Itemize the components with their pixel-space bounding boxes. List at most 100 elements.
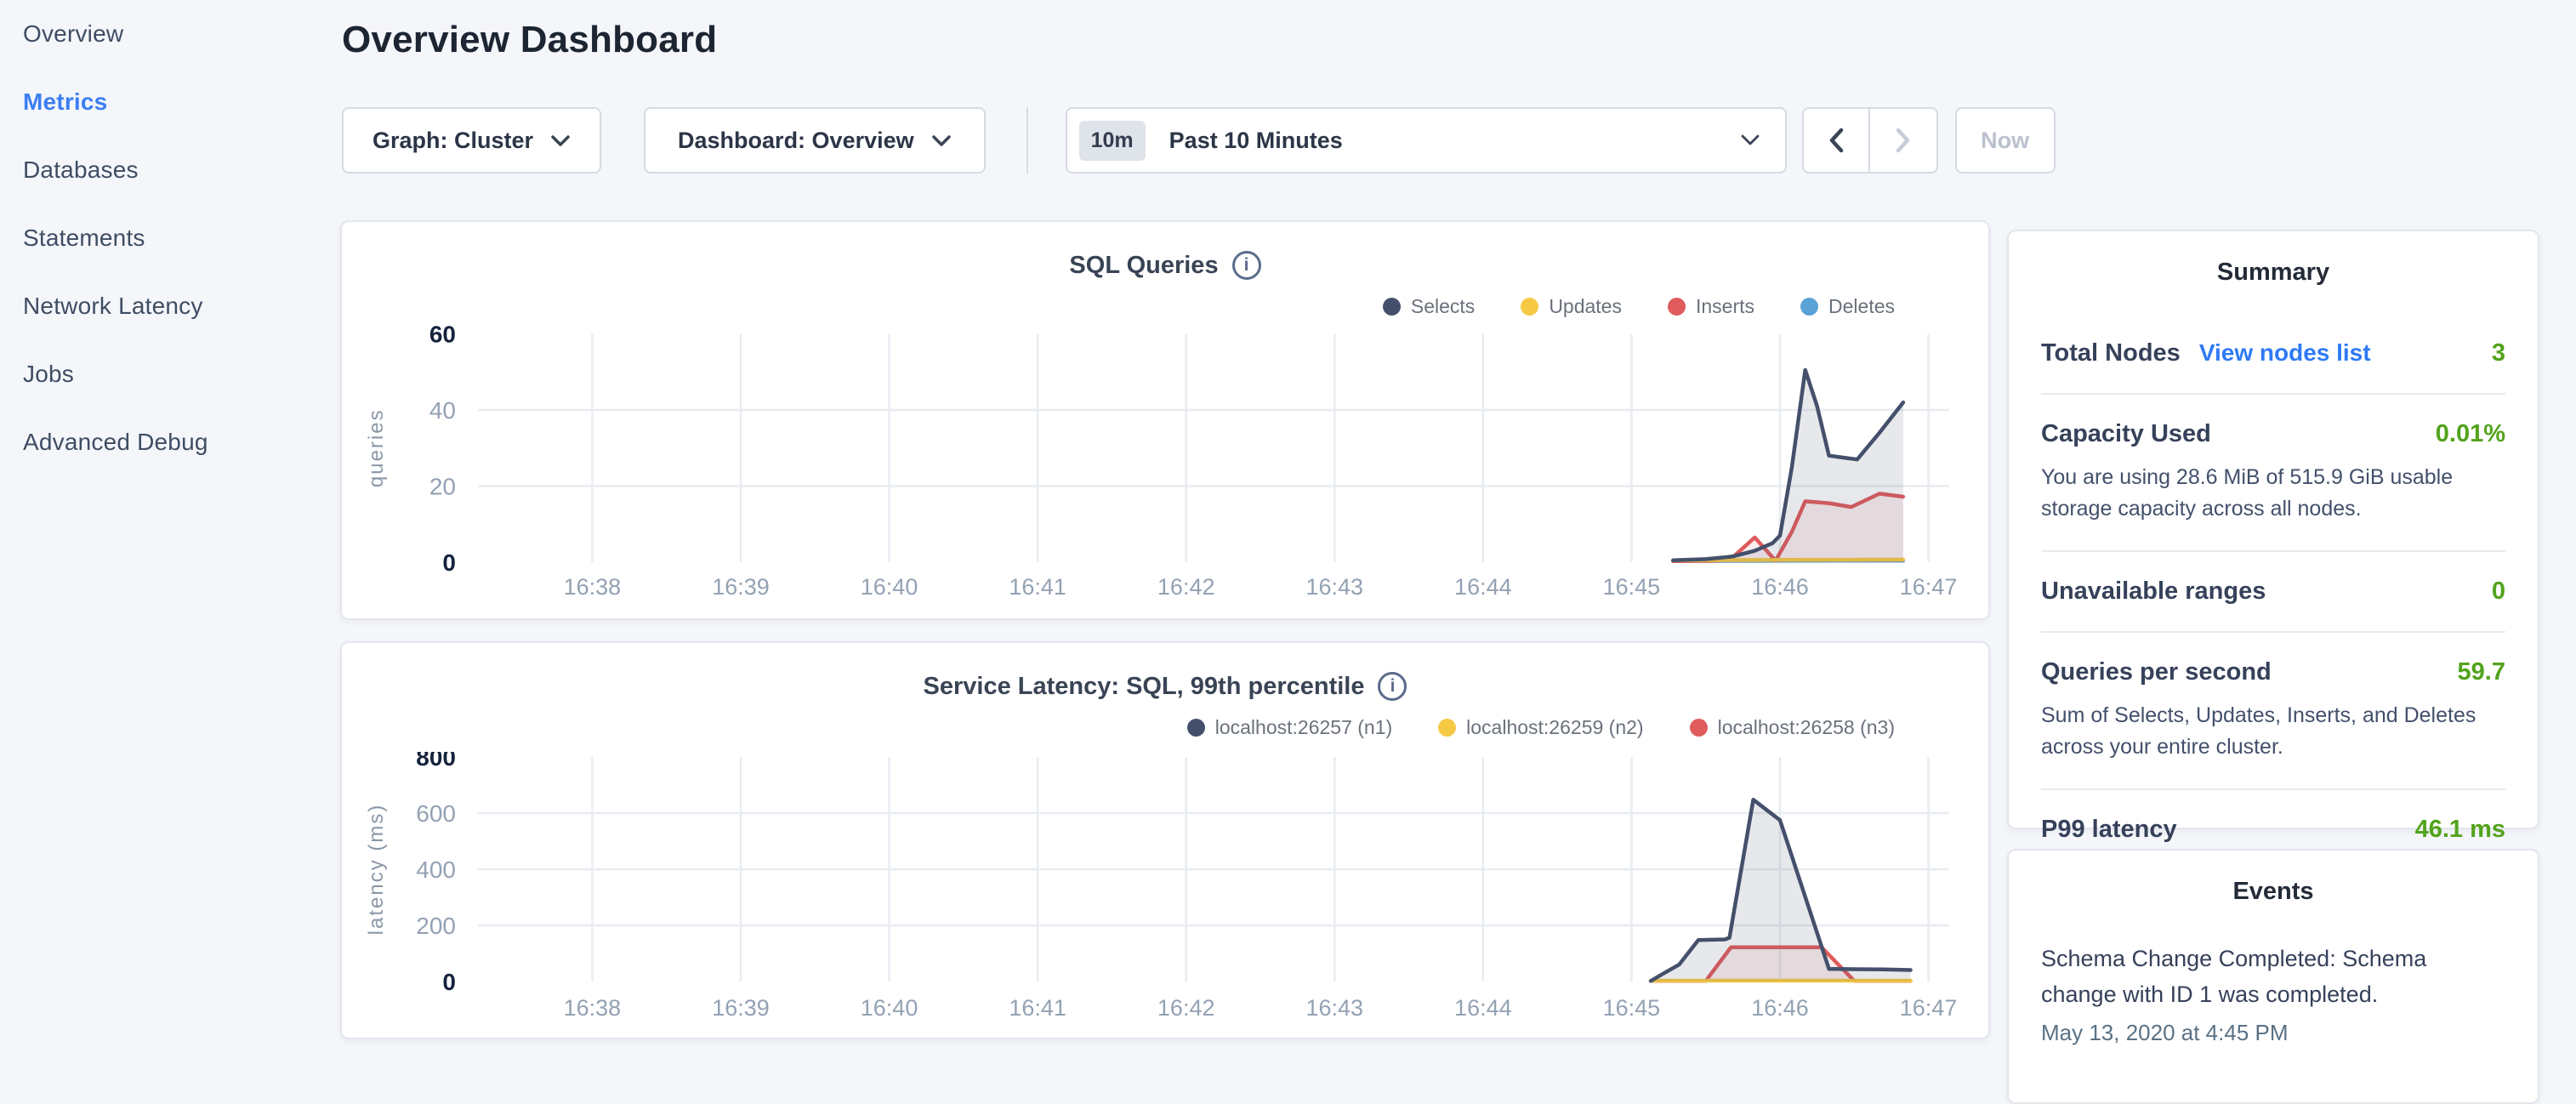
- event-item-timestamp: May 13, 2020 at 4:45 PM: [2041, 1020, 2505, 1046]
- summary-row-p99: P99 latency 46.1 ms: [2041, 816, 2505, 844]
- now-button[interactable]: Now: [1955, 107, 2056, 174]
- n2-dot-icon: [1438, 719, 1456, 737]
- svg-text:16:45: 16:45: [1603, 574, 1661, 600]
- time-prev-button[interactable]: [1802, 107, 1870, 174]
- total-nodes-label: Total Nodes: [2041, 339, 2181, 367]
- legend-item-deletes[interactable]: Deletes: [1800, 295, 1895, 318]
- divider: [2041, 393, 2505, 395]
- p99-latency-value: 46.1 ms: [2415, 816, 2505, 844]
- sidebar-item-jobs[interactable]: Jobs: [0, 340, 340, 408]
- svg-text:600: 600: [416, 800, 456, 827]
- summary-row-capacity: Capacity Used 0.01%: [2041, 420, 2505, 448]
- qps-label: Queries per second: [2041, 658, 2272, 686]
- svg-text:latency (ms): latency (ms): [365, 804, 388, 936]
- svg-text:16:41: 16:41: [1009, 995, 1066, 1021]
- time-window-label: Past 10 Minutes: [1169, 128, 1741, 154]
- info-icon[interactable]: [1232, 251, 1261, 280]
- sql-queries-plot: 16:38 16:39 16:40 16:41 16:42 16:43 16:44 16:45…: [342, 326, 1992, 606]
- legend-item-n3[interactable]: localhost:26258 (n3): [1690, 716, 1895, 739]
- svg-text:16:47: 16:47: [1900, 995, 1958, 1021]
- sidebar-item-network-latency[interactable]: Network Latency: [0, 272, 340, 340]
- dashboard-dropdown-label: Dashboard: Overview: [678, 128, 914, 154]
- svg-text:16:38: 16:38: [564, 574, 622, 600]
- service-latency-chart-card: Service Latency: SQL, 99th percentile lo…: [340, 641, 1990, 1039]
- p99-latency-label: P99 latency: [2041, 816, 2177, 844]
- summary-row-qps: Queries per second 59.7: [2041, 658, 2505, 686]
- selects-dot-icon: [1383, 298, 1401, 316]
- svg-text:queries: queries: [365, 408, 388, 487]
- capacity-used-value: 0.01%: [2436, 420, 2505, 448]
- chevron-right-icon: [1896, 128, 1911, 153]
- svg-text:16:42: 16:42: [1157, 574, 1215, 600]
- svg-text:16:39: 16:39: [712, 574, 770, 600]
- qps-value: 59.7: [2458, 658, 2505, 686]
- time-next-button[interactable]: [1870, 107, 1938, 174]
- svg-text:16:43: 16:43: [1305, 574, 1363, 600]
- sidebar-item-databases[interactable]: Databases: [0, 136, 340, 204]
- inserts-dot-icon: [1668, 298, 1686, 316]
- svg-text:16:40: 16:40: [861, 995, 918, 1021]
- legend-item-n1[interactable]: localhost:26257 (n1): [1187, 716, 1392, 739]
- sql-queries-chart-card: SQL Queries Selects Updates Inserts Dele…: [340, 220, 1990, 620]
- svg-text:16:46: 16:46: [1751, 574, 1809, 600]
- deletes-dot-icon: [1800, 298, 1818, 316]
- service-latency-legend: localhost:26257 (n1) localhost:26259 (n2…: [1187, 716, 1895, 739]
- sidebar: Overview Metrics Databases Statements Ne…: [0, 0, 340, 476]
- svg-text:16:47: 16:47: [1900, 574, 1958, 600]
- chevron-down-icon: [1741, 134, 1760, 146]
- svg-text:16:38: 16:38: [564, 995, 622, 1021]
- graph-dropdown-label: Graph: Cluster: [372, 128, 533, 154]
- graph-dropdown[interactable]: Graph: Cluster: [342, 107, 601, 174]
- svg-text:40: 40: [429, 397, 456, 424]
- legend-item-updates[interactable]: Updates: [1521, 295, 1622, 318]
- svg-text:16:44: 16:44: [1454, 574, 1512, 600]
- svg-text:16:39: 16:39: [712, 995, 770, 1021]
- svg-text:16:40: 16:40: [861, 574, 918, 600]
- sidebar-item-advanced-debug[interactable]: Advanced Debug: [0, 408, 340, 476]
- sidebar-item-metrics[interactable]: Metrics: [0, 68, 340, 136]
- legend-item-n2[interactable]: localhost:26259 (n2): [1438, 716, 1643, 739]
- chevron-down-icon: [550, 134, 571, 147]
- capacity-caption: You are using 28.6 MiB of 515.9 GiB usab…: [2041, 462, 2505, 525]
- svg-text:400: 400: [416, 856, 456, 883]
- svg-text:0: 0: [442, 549, 456, 576]
- updates-dot-icon: [1521, 298, 1538, 316]
- capacity-used-label: Capacity Used: [2041, 420, 2211, 448]
- view-nodes-list-link[interactable]: View nodes list: [2199, 339, 2371, 367]
- event-item-text[interactable]: Schema Change Completed: Schema change w…: [2041, 942, 2505, 1013]
- controls-row: Graph: Cluster Dashboard: Overview 10m P…: [342, 107, 2056, 174]
- legend-item-selects[interactable]: Selects: [1383, 295, 1475, 318]
- info-icon[interactable]: [1378, 672, 1407, 701]
- n3-dot-icon: [1690, 719, 1708, 737]
- unavailable-ranges-label: Unavailable ranges: [2041, 578, 2266, 606]
- svg-text:16:43: 16:43: [1305, 995, 1363, 1021]
- chevron-down-icon: [931, 134, 952, 147]
- svg-text:16:41: 16:41: [1009, 574, 1066, 600]
- dashboard-dropdown[interactable]: Dashboard: Overview: [644, 107, 986, 174]
- svg-text:16:45: 16:45: [1603, 995, 1661, 1021]
- svg-text:0: 0: [442, 969, 456, 995]
- qps-caption: Sum of Selects, Updates, Inserts, and De…: [2041, 700, 2505, 763]
- svg-text:16:44: 16:44: [1454, 995, 1512, 1021]
- n1-dot-icon: [1187, 719, 1205, 737]
- unavailable-ranges-value: 0: [2492, 578, 2505, 606]
- time-window-selector[interactable]: 10m Past 10 Minutes: [1066, 107, 1787, 174]
- svg-text:16:46: 16:46: [1751, 995, 1809, 1021]
- time-window-badge: 10m: [1079, 121, 1146, 161]
- legend-item-inserts[interactable]: Inserts: [1668, 295, 1754, 318]
- events-panel: Events Schema Change Completed: Schema c…: [2007, 849, 2539, 1104]
- sidebar-item-overview[interactable]: Overview: [0, 0, 340, 68]
- svg-text:16:42: 16:42: [1157, 995, 1215, 1021]
- controls-divider: [1026, 107, 1028, 174]
- events-title: Events: [2009, 878, 2538, 906]
- total-nodes-value: 3: [2492, 339, 2505, 367]
- svg-text:200: 200: [416, 913, 456, 939]
- chart-title-service-latency: Service Latency: SQL, 99th percentile: [924, 673, 1365, 701]
- svg-text:800: 800: [416, 752, 456, 771]
- summary-panel: Summary Total Nodes View nodes list 3 Ca…: [2007, 230, 2539, 829]
- sql-queries-legend: Selects Updates Inserts Deletes: [1383, 295, 1895, 318]
- summary-title: Summary: [2009, 259, 2538, 287]
- page-title: Overview Dashboard: [342, 19, 717, 61]
- sidebar-item-statements[interactable]: Statements: [0, 204, 340, 272]
- chevron-left-icon: [1828, 128, 1844, 153]
